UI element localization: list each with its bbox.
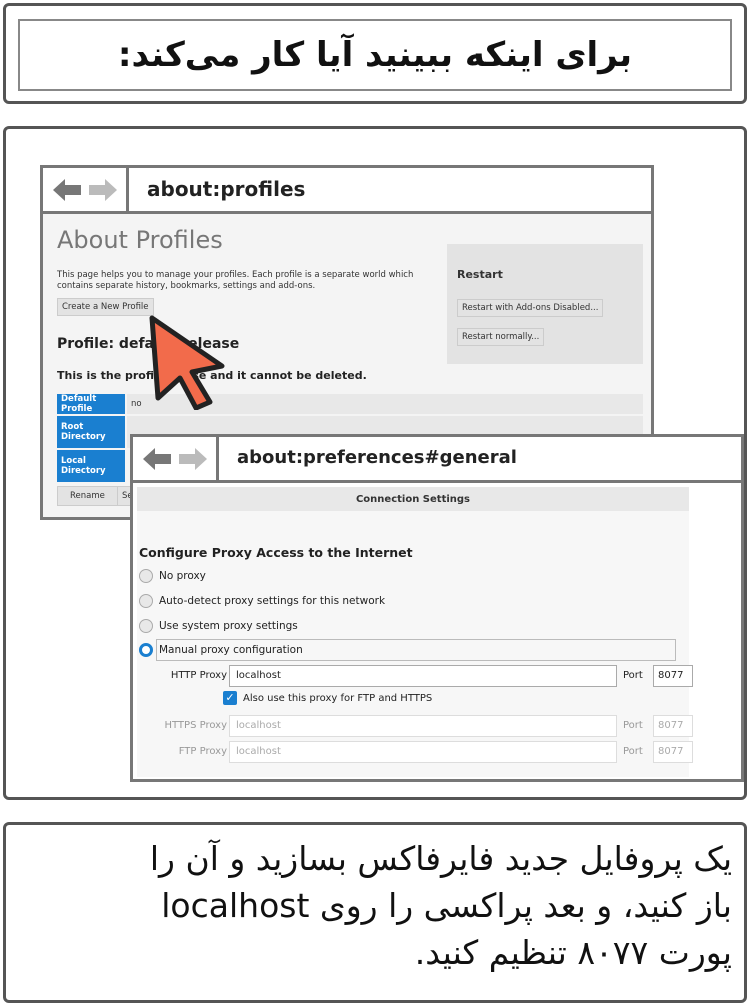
radio-label: Use system proxy settings	[159, 620, 298, 632]
ftp-port-input[interactable]: 8077	[653, 741, 693, 763]
ftp-proxy-row: FTP Proxy localhost Port 8077	[153, 741, 693, 763]
ftp-proxy-input[interactable]: localhost	[229, 741, 617, 763]
nav-buttons	[43, 168, 129, 211]
radio-manual-proxy[interactable]: Manual proxy configuration	[139, 643, 303, 657]
forward-arrow-icon[interactable]	[87, 178, 117, 201]
https-port-label: Port	[623, 720, 643, 731]
https-proxy-input[interactable]: localhost	[229, 715, 617, 737]
radio-icon[interactable]	[139, 619, 153, 633]
http-proxy-label: HTTP Proxy	[170, 670, 227, 681]
url-bar: about:preferences#general	[133, 437, 741, 483]
back-arrow-icon[interactable]	[52, 178, 83, 201]
url-text[interactable]: about:preferences#general	[237, 447, 517, 468]
restart-addons-disabled-button[interactable]: Restart with Add-ons Disabled...	[457, 299, 604, 317]
restart-normally-button[interactable]: Restart normally...	[457, 328, 545, 346]
radio-system-proxy[interactable]: Use system proxy settings	[139, 619, 298, 633]
https-port-input[interactable]: 8077	[653, 715, 693, 737]
page-title: برای اینکه ببینید آیا کار می‌کند:	[117, 35, 633, 75]
url-text[interactable]: about:profiles	[147, 177, 305, 201]
ftp-port-label: Port	[623, 746, 643, 757]
rename-button[interactable]: Rename	[57, 486, 118, 506]
instruction-line-3: پورت ۸۰۷۷ تنظیم کنید.	[414, 933, 732, 972]
instruction-text: یک پروفایل جدید فایرفاکس بسازید و آن را …	[17, 835, 732, 976]
forward-arrow-icon[interactable]	[177, 447, 207, 470]
instruction-panel: یک پروفایل جدید فایرفاکس بسازید و آن را …	[3, 822, 747, 1003]
default-profile-label: Default Profile	[57, 394, 125, 414]
radio-auto-detect[interactable]: Auto-detect proxy settings for this netw…	[139, 594, 385, 608]
http-port-input[interactable]: 8077	[653, 665, 693, 687]
https-proxy-row: HTTPS Proxy localhost Port 8077	[153, 715, 693, 737]
radio-label: Manual proxy configuration	[159, 644, 303, 656]
http-proxy-row: HTTP Proxy localhost Port 8077	[153, 665, 693, 687]
browser-window-preferences: about:preferences#general Connection Set…	[130, 434, 744, 782]
radio-label: Auto-detect proxy settings for this netw…	[159, 595, 386, 607]
back-arrow-icon[interactable]	[142, 447, 173, 470]
instruction-line-2: باز کنید، و بعد پراکسی را روی localhost	[161, 886, 732, 925]
https-proxy-label: HTTPS Proxy	[164, 720, 227, 731]
radio-label: No proxy	[159, 570, 206, 582]
ftp-proxy-label: FTP Proxy	[178, 746, 227, 757]
url-bar: about:profiles	[43, 168, 651, 214]
radio-icon[interactable]	[139, 569, 153, 583]
radio-no-proxy[interactable]: No proxy	[139, 569, 206, 583]
create-profile-button[interactable]: Create a New Profile	[57, 298, 154, 316]
also-use-proxy-row[interactable]: ✓ Also use this proxy for FTP and HTTPS	[223, 691, 432, 705]
pointer-cursor-icon	[149, 315, 225, 410]
title-frame: برای اینکه ببینید آیا کار می‌کند:	[18, 19, 732, 91]
about-profiles-title: About Profiles	[57, 226, 223, 254]
root-directory-label: Root Directory	[57, 416, 125, 448]
http-port-label: Port	[623, 670, 643, 681]
nav-buttons	[133, 437, 219, 480]
screenshot-panel: about:profiles About Profiles This page …	[3, 126, 747, 800]
connection-settings-title: Connection Settings	[137, 487, 689, 511]
http-proxy-input[interactable]: localhost	[229, 665, 617, 687]
radio-selected-icon[interactable]	[139, 643, 153, 657]
proxy-heading: Configure Proxy Access to the Internet	[139, 545, 413, 560]
about-profiles-description: This page helps you to manage your profi…	[57, 270, 414, 291]
local-directory-label: Local Directory	[57, 450, 125, 482]
instruction-line-1: یک پروفایل جدید فایرفاکس بسازید و آن را	[149, 839, 732, 878]
connection-settings-dialog: Connection Settings Configure Proxy Acce…	[133, 483, 741, 779]
restart-title: Restart	[457, 268, 503, 281]
title-panel: برای اینکه ببینید آیا کار می‌کند:	[3, 3, 747, 104]
also-use-proxy-label: Also use this proxy for FTP and HTTPS	[243, 692, 433, 704]
radio-icon[interactable]	[139, 594, 153, 608]
restart-section: Restart Restart with Add-ons Disabled...…	[447, 244, 643, 364]
checkbox-checked-icon[interactable]: ✓	[223, 691, 237, 705]
